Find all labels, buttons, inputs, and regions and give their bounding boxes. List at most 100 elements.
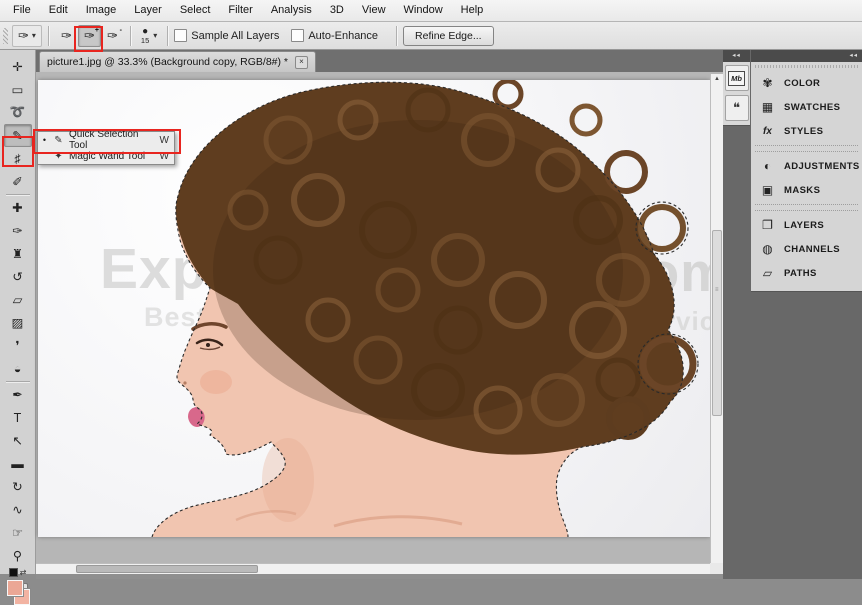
default-colors-widget[interactable]: ⇄: [5, 568, 31, 577]
eraser-tool[interactable]: ▱: [4, 288, 32, 311]
new-selection-brush[interactable]: ✑: [55, 25, 78, 47]
separator: [48, 26, 49, 46]
brush-size-picker[interactable]: ● 15 ▾: [137, 27, 161, 45]
scroll-up-icon[interactable]: ▲: [711, 74, 723, 85]
panel-button-styles[interactable]: fx STYLES: [751, 119, 862, 143]
document-tab[interactable]: picture1.jpg @ 33.3% (Background copy, R…: [39, 51, 316, 72]
checkbox-label: Auto-Enhance: [308, 30, 378, 42]
tool-icon: ☞: [12, 525, 23, 540]
collapse-to-icons-button[interactable]: ◂◂: [751, 50, 862, 62]
auto-enhance-checkbox[interactable]: Auto-Enhance: [291, 29, 378, 42]
move-tool[interactable]: ✛: [4, 55, 32, 78]
hand-tool[interactable]: ☞: [4, 521, 32, 544]
brush-icon: ✑: [84, 28, 95, 44]
menu-item[interactable]: Window: [395, 0, 452, 21]
scrollbar-corner: [710, 563, 723, 574]
menu-item[interactable]: Edit: [40, 0, 77, 21]
horizontal-scrollbar[interactable]: [36, 563, 710, 574]
collapsed-panel-mb-button[interactable]: Mb: [725, 65, 749, 91]
panel-divider[interactable]: [755, 204, 858, 211]
tool-icon: ✎: [52, 135, 65, 146]
close-icon[interactable]: ×: [295, 56, 308, 69]
eyedropper-tool[interactable]: ✐: [4, 170, 32, 193]
sample-all-layers-checkbox[interactable]: Sample All Layers: [174, 29, 279, 42]
menu-item[interactable]: View: [353, 0, 395, 21]
panel-button-column: ◂◂ ✾ COLOR ▦ SWATCHES fx: [751, 50, 862, 579]
tool-icon: ✎: [12, 128, 22, 143]
zoom-tool[interactable]: ⚲: [4, 544, 32, 567]
tool-icon: ✚: [12, 200, 22, 215]
brush-size-value: 15: [141, 37, 149, 45]
panel-button-masks[interactable]: ▣ MASKS: [751, 178, 862, 202]
tool-icon: ➰: [10, 105, 26, 120]
menu-item[interactable]: Image: [77, 0, 126, 21]
tool-icon: ✦: [52, 151, 65, 162]
subtract-from-selection-brush[interactable]: ✑ -: [101, 25, 124, 47]
collapsed-panel-history-button[interactable]: ❝: [725, 95, 749, 121]
gradient-tool[interactable]: ▨: [4, 311, 32, 334]
panel-icon: ◐: [760, 159, 775, 173]
vertical-scrollbar[interactable]: ▲ ≡ ▼: [710, 74, 723, 574]
3d-orbit-tool[interactable]: ∿: [4, 498, 32, 521]
panel-button-color[interactable]: ✾ COLOR: [751, 71, 862, 95]
menu-item[interactable]: Help: [452, 0, 493, 21]
rectangle-shape-tool[interactable]: ▬: [4, 452, 32, 475]
menu-bar: File Edit Image Layer Select Filter Anal…: [0, 0, 862, 22]
menu-item[interactable]: 3D: [321, 0, 353, 21]
checkbox-box[interactable]: [291, 29, 304, 42]
spot-healing-brush-tool[interactable]: ✚: [4, 196, 32, 219]
options-bar-grip[interactable]: [3, 28, 8, 44]
panel-button-paths[interactable]: ▱ PATHS: [751, 261, 862, 285]
tools-panel: ✛ ▭ ➰ ✎ ♯ ✐: [0, 50, 36, 574]
brush-icon: ✑: [107, 28, 118, 44]
quick-selection-tool[interactable]: ✎: [4, 124, 32, 147]
tool-icon: ▱: [13, 292, 23, 307]
lasso-tool[interactable]: ➰: [4, 101, 32, 124]
refine-edge-button[interactable]: Refine Edge...: [403, 26, 494, 46]
path-selection-tool[interactable]: ↖: [4, 429, 32, 452]
foreground-color-swatch[interactable]: [7, 580, 23, 596]
tool-options-bar: ✑ ▾ ✑ ✑ + ✑ - ● 15 ▾: [0, 22, 862, 50]
menu-item[interactable]: Layer: [125, 0, 171, 21]
panel-button-channels[interactable]: ◍ CHANNELS: [751, 237, 862, 261]
menu-item[interactable]: Select: [171, 0, 220, 21]
panel-button-adjustments[interactable]: ◐ ADJUSTMENTS: [751, 154, 862, 178]
menu-item[interactable]: File: [4, 0, 40, 21]
history-brush-tool[interactable]: ↺: [4, 265, 32, 288]
vertical-scrollbar-thumb[interactable]: ≡: [712, 230, 722, 416]
panel-divider[interactable]: [755, 145, 858, 152]
checkbox-box[interactable]: [174, 29, 187, 42]
brush-icon: ✑: [61, 28, 72, 44]
tool-icon: ✛: [12, 59, 22, 74]
checkbox-label: Sample All Layers: [191, 30, 279, 42]
panel-button-layers[interactable]: ❐ LAYERS: [751, 213, 862, 237]
panel-icon: ✾: [760, 76, 775, 90]
pen-tool[interactable]: ✒: [4, 383, 32, 406]
tool-icon: ♯: [14, 152, 20, 166]
dodge-tool[interactable]: ◒: [4, 357, 32, 380]
menu-item[interactable]: Filter: [219, 0, 261, 21]
clone-stamp-tool[interactable]: ♜: [4, 242, 32, 265]
flyout-item-label: Quick Selection Tool: [69, 129, 155, 151]
add-to-selection-brush[interactable]: ✑ +: [78, 25, 101, 47]
3d-rotate-tool[interactable]: ↻: [4, 475, 32, 498]
document-tab-strip: picture1.jpg @ 33.3% (Background copy, R…: [36, 50, 723, 72]
options-checkbox-group: Sample All Layers Auto-Enhance: [174, 29, 390, 42]
panel-button-swatches[interactable]: ▦ SWATCHES: [751, 95, 862, 119]
collapsed-panel-column: ◂◂ Mb ❝: [723, 50, 750, 579]
horizontal-scrollbar-thumb[interactable]: [76, 565, 258, 573]
menu-item[interactable]: Analysis: [262, 0, 321, 21]
blur-tool[interactable]: ❜: [4, 334, 32, 357]
brush-tool[interactable]: ✑: [4, 219, 32, 242]
rectangular-marquee-tool[interactable]: ▭: [4, 78, 32, 101]
flyout-quick-selection-tool[interactable]: • ✎ Quick Selection Tool W: [38, 132, 174, 148]
default-colors-icon: [9, 568, 18, 577]
tool-icon: ▨: [12, 315, 24, 330]
type-tool[interactable]: T: [4, 406, 32, 429]
crop-tool[interactable]: ♯: [4, 147, 32, 170]
tool-icon: ↻: [12, 479, 22, 494]
tool-preset-picker[interactable]: ✑ ▾: [12, 25, 42, 47]
collapse-to-icons-button[interactable]: ◂◂: [723, 50, 750, 62]
flyout-magic-wand-tool[interactable]: ✦ Magic Wand Tool W: [38, 148, 174, 164]
panel-label: CHANNELS: [784, 244, 840, 255]
